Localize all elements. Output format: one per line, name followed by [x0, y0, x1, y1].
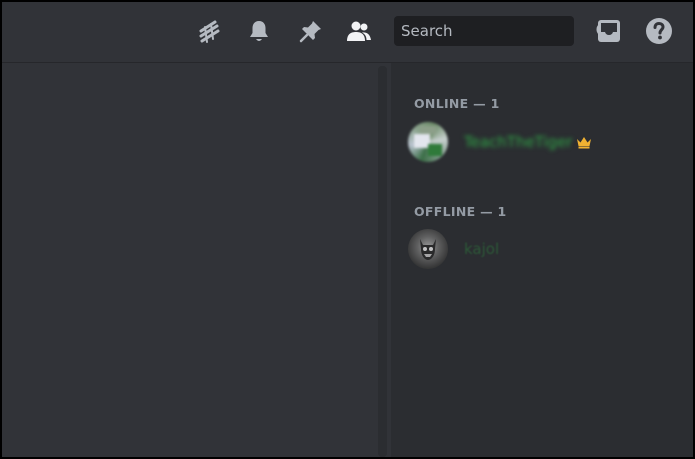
pin-icon[interactable] [296, 16, 326, 46]
member-item-online[interactable]: TeachTheTiger [408, 120, 683, 164]
avatar [408, 122, 448, 162]
app-frame: ONLINE — 1 TeachTheTiger OFFLINE — 1 [0, 0, 695, 459]
avatar [408, 229, 448, 269]
member-name: kajol [464, 240, 500, 258]
message-area [2, 63, 390, 457]
member-list: ONLINE — 1 TeachTheTiger OFFLINE — 1 kaj… [391, 63, 693, 457]
search-input[interactable] [401, 22, 595, 40]
search-box[interactable] [394, 16, 615, 46]
member-item-offline[interactable]: kajol [408, 227, 683, 271]
bell-icon[interactable] [244, 16, 274, 46]
offline-section-header: OFFLINE — 1 [414, 204, 507, 219]
online-section-header: ONLINE — 1 [414, 96, 500, 111]
inbox-icon[interactable] [594, 16, 624, 46]
help-icon[interactable] [644, 16, 674, 46]
threads-icon[interactable] [194, 16, 224, 46]
message-scrollbar[interactable] [378, 66, 387, 457]
member-list-icon[interactable] [344, 16, 374, 46]
channel-toolbar [2, 2, 693, 63]
crown-icon [576, 135, 592, 149]
member-name: TeachTheTiger [464, 133, 573, 151]
